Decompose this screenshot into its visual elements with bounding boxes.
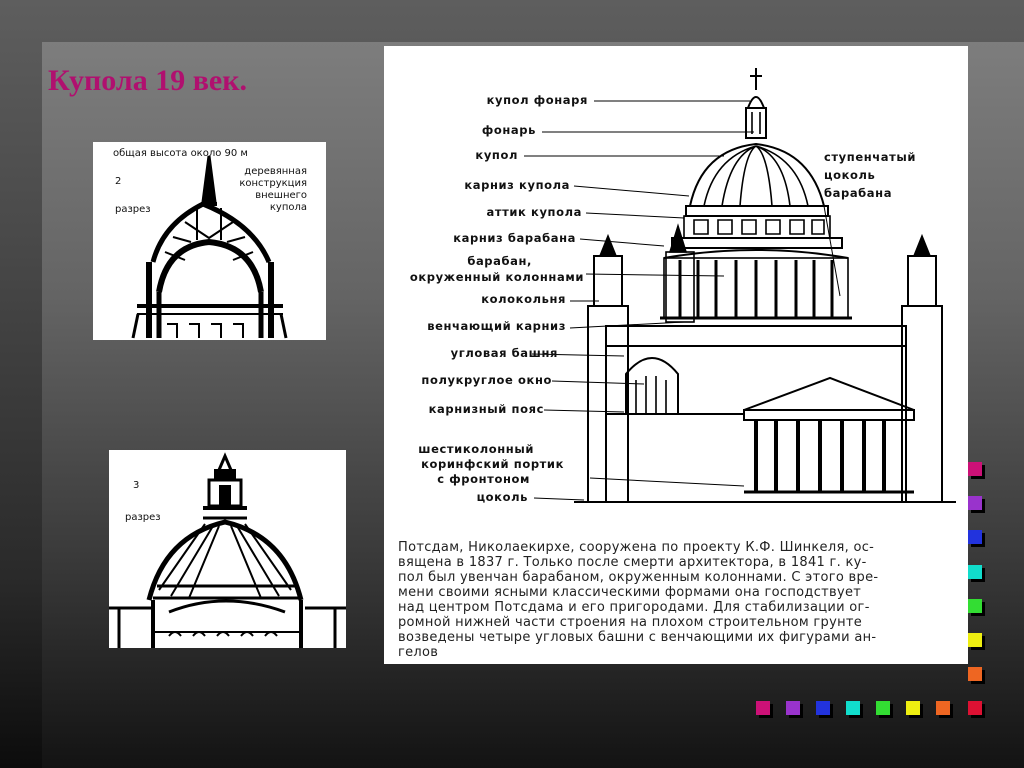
dome-section-3-drawing [109,452,346,648]
section-number: 2 [115,176,122,187]
structure-label-4: купола [269,202,307,213]
callout-dome: купол [475,148,518,162]
deco-square-h3 [816,701,830,715]
callout-corner-tower: угловая башня [450,346,558,360]
callout-drum-cornice: карниз барабана [453,231,576,245]
caption-line: возведены четыре угловых башни с венчающ… [398,630,877,645]
slide-title: Купола 19 век. [48,64,248,97]
deco-square-h4 [846,701,860,715]
callout-bell-tower: колокольня [481,292,566,306]
section-number: 3 [133,480,140,491]
deco-square-h6 [906,701,920,715]
deco-square-v8 [968,701,982,715]
section-label: разрез [125,512,161,523]
deco-square-v4 [968,565,982,579]
caption-line: над центром Потсдама и его пригородами. … [398,600,870,615]
caption-line: Потсдам, Николаекирхе, сооружена по прое… [398,540,875,555]
dome-section-2-figure: общая высота около 90 м 2 разрез деревян… [93,142,326,340]
callout-crowning-cornice: венчающий карниз [427,319,566,333]
height-label: общая высота около 90 м [113,148,248,159]
callout-portico-line1: шестиколонный [418,442,534,456]
deco-square-v1 [968,462,982,476]
deco-square-h1 [756,701,770,715]
deco-square-h2 [786,701,800,715]
callout-dome-attic: аттик купола [486,205,582,219]
caption-line: ромной нижней части строения на плохом с… [398,615,863,630]
callout-dome-cornice: карниз купола [464,178,570,192]
callout-portico-line3: с фронтоном [437,472,530,486]
deco-square-h7 [936,701,950,715]
callout-lantern: фонарь [481,123,536,137]
structure-label-2: конструкция [239,178,307,189]
callout-drum-colonnade: окруженный колоннами [409,270,584,284]
callout-lantern-dome: купол фонаря [486,93,588,107]
caption-line: гелов [398,645,439,660]
caption-text: Потсдам, Николаекирхе, сооружена по прое… [398,540,954,660]
deco-square-v2 [968,496,982,510]
section-label: разрез [115,204,151,215]
callout-plinth: цоколь [476,490,528,504]
nikolaikirche-diagram: купол фонаря фонарь купол карниз купола … [384,46,968,664]
deco-square-h5 [876,701,890,715]
caption-line: пол был увенчан барабаном, окруженным ко… [398,570,879,585]
deco-square-v5 [968,599,982,613]
caption-line: вящена в 1837 г. Только после смерти арх… [398,555,867,570]
callout-cornice-belt: карнизный пояс [428,402,544,416]
structure-label-1: деревянная [244,166,307,177]
structure-label-3: внешнего [255,190,307,201]
callout-stepped-plinth-1: ступенчатый [824,150,917,164]
callout-semicircular-window: полукруглое окно [421,373,552,387]
callout-stepped-plinth-3: барабана [824,186,893,200]
callout-stepped-plinth-2: цоколь [824,168,876,182]
deco-square-v6 [968,633,982,647]
callout-drum: барабан, [467,254,532,268]
caption-line: мени своими ясными классическими формами… [398,585,862,600]
callout-portico-line2: коринфский портик [421,457,564,471]
deco-square-v3 [968,530,982,544]
deco-square-v7 [968,667,982,681]
dome-section-3-figure: 3 разрез [109,450,346,648]
